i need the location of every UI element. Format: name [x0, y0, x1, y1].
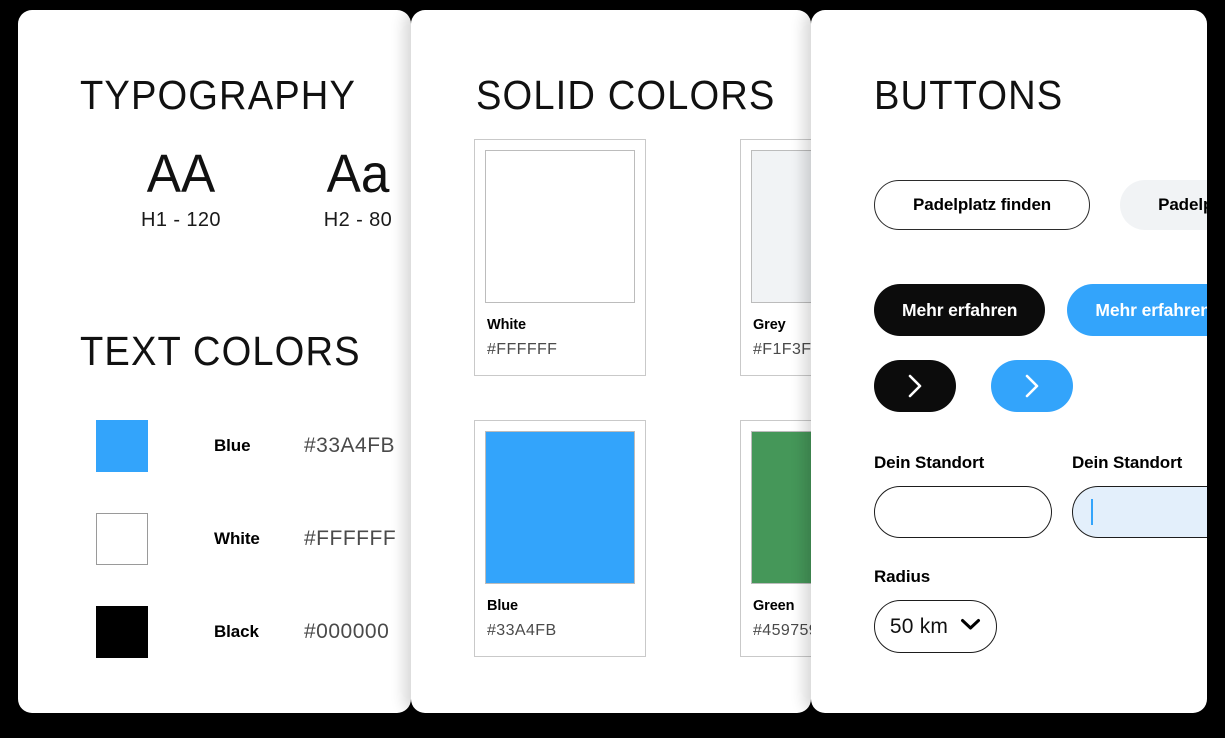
chevron-down-icon — [960, 618, 981, 636]
color-swatch — [751, 150, 811, 303]
color-hex: #459759 — [753, 622, 811, 639]
location-input-focused[interactable] — [1072, 486, 1207, 538]
color-name: White — [214, 529, 260, 548]
color-hex: #FFFFFF — [304, 527, 397, 550]
chevron-right-icon — [1024, 373, 1041, 399]
type-specimen-h1: AA H1 - 120 — [116, 145, 246, 232]
field-radius: Radius 50 km — [874, 567, 997, 653]
page-title-buttons: BUTTONS — [874, 72, 1064, 118]
panel-solid-colors: SOLID COLORS White #FFFFFF Grey #F1F3F5 — [411, 10, 811, 713]
color-card: Green #459759 — [740, 420, 811, 657]
page-title-text-colors: TEXT COLORS — [80, 328, 361, 374]
color-name: Grey — [753, 317, 786, 333]
color-swatch — [485, 150, 635, 303]
button-row-solid: Mehr erfahren Mehr erfahren — [874, 284, 1207, 336]
next-button-black[interactable] — [874, 360, 956, 412]
color-hex: #000000 — [304, 620, 390, 643]
type-specimen-caption: H2 - 80 — [323, 209, 393, 231]
find-padel-court-button-grey[interactable]: Padelplatz finden — [1120, 180, 1207, 230]
color-name: Black — [214, 622, 259, 641]
color-name: Blue — [214, 436, 251, 455]
color-swatch — [485, 431, 635, 584]
color-card: Grey #F1F3F5 — [740, 139, 811, 376]
next-button-blue[interactable] — [991, 360, 1073, 412]
page-title-solid-colors: SOLID COLORS — [476, 72, 776, 118]
color-hex: #F1F3F5 — [753, 341, 811, 358]
color-name: White — [487, 317, 526, 333]
learn-more-button-black[interactable]: Mehr erfahren — [874, 284, 1046, 336]
type-specimen-glyph: AA — [146, 144, 216, 204]
button-row-icons — [874, 360, 1073, 412]
text-color-row: Blue #33A4FB — [96, 420, 396, 472]
text-color-row: White #FFFFFF — [96, 513, 396, 565]
panel-buttons: BUTTONS Padelplatz finden Padelplatz fin… — [811, 10, 1207, 713]
field-label-location-focused: Dein Standort — [1072, 453, 1183, 472]
color-hex: #33A4FB — [304, 434, 396, 457]
panel-typography: TYPOGRAPHY AA H1 - 120 Aa H2 - 80 TEXT C… — [18, 10, 411, 713]
page-title-typography: TYPOGRAPHY — [80, 72, 357, 118]
color-swatch — [96, 606, 148, 658]
field-location-focused: Dein Standort — [1072, 453, 1207, 538]
chevron-right-icon — [907, 373, 924, 399]
color-swatch — [96, 420, 148, 472]
text-cursor — [1091, 499, 1093, 525]
color-swatch — [751, 431, 811, 584]
field-location: Dein Standort — [874, 453, 1052, 538]
color-swatch — [96, 513, 148, 565]
color-name: Blue — [487, 598, 519, 614]
color-hex: #33A4FB — [487, 622, 557, 639]
text-color-list: Blue #33A4FB White #FFFFFF Black #000000 — [96, 420, 396, 699]
text-color-row: Black #000000 — [96, 606, 396, 658]
color-card: Blue #33A4FB — [474, 420, 646, 657]
color-name: Green — [753, 598, 795, 614]
radius-select-value: 50 km — [889, 614, 949, 638]
button-row-pills: Padelplatz finden Padelplatz finden — [874, 180, 1207, 230]
color-hex: #FFFFFF — [487, 341, 558, 358]
design-system-board: TYPOGRAPHY AA H1 - 120 Aa H2 - 80 TEXT C… — [0, 0, 1225, 738]
type-specimen-glyph: Aa — [326, 144, 390, 204]
learn-more-button-blue[interactable]: Mehr erfahren — [1067, 284, 1207, 336]
find-padel-court-button[interactable]: Padelplatz finden — [874, 180, 1091, 230]
field-label-radius: Radius — [874, 567, 931, 586]
radius-select[interactable]: 50 km — [874, 600, 997, 653]
location-input[interactable] — [874, 486, 1052, 538]
type-specimen-caption: H1 - 120 — [141, 209, 221, 231]
type-specimen-h2: Aa H2 - 80 — [293, 145, 411, 232]
color-card: White #FFFFFF — [474, 139, 646, 376]
field-label-location: Dein Standort — [874, 453, 985, 472]
